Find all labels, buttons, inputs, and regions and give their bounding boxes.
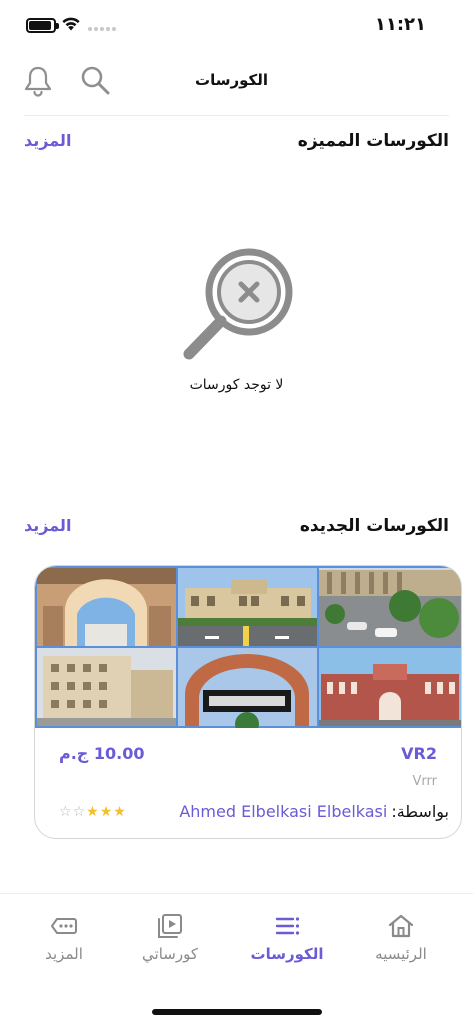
new-section-title: الكورسات الجديده [299,516,449,536]
star-filled-icon: ★ [113,804,127,820]
status-bar: ١١:٢١ [0,0,473,50]
page-title: الكورسات [195,71,268,89]
tab-bar: المزيد كورساتي الكورسات الرئيسيه [0,893,473,1024]
search-icon [81,66,110,95]
course-price: 10.00 ج.م [59,744,145,763]
screen: ١١:٢١ الكورسات الكورسات المميزه المزيد ل… [0,0,473,1024]
tab-courses[interactable]: الكورسات [237,912,337,972]
star-empty-icon: ☆ [59,804,73,820]
course-author: بواسطة:Ahmed Elbelkasi Elbelkasi [179,802,449,821]
empty-state-message: لا توجد كورسات [189,377,284,393]
courses-list-icon [275,917,300,935]
tab-more[interactable]: المزيد [14,912,114,972]
rating-stars: ☆☆★★★ [59,804,127,820]
search-x-icon [183,248,293,360]
course-description: Vrrr [412,774,437,789]
tab-my-courses[interactable]: كورساتي [120,912,220,972]
tab-my-courses-label: كورساتي [142,945,198,963]
app-header: الكورسات [0,55,473,110]
tab-home-label: الرئيسيه [375,945,427,963]
new-section-header: الكورسات الجديده المزيد [24,516,449,540]
wifi-icon [62,17,80,31]
featured-section-header: الكورسات المميزه المزيد [24,131,449,155]
battery-icon [26,18,59,33]
star-filled-icon: ★ [99,804,114,820]
new-more-link[interactable]: المزيد [24,516,71,535]
home-indicator[interactable] [152,1009,322,1015]
course-title: VR2 [401,744,437,763]
search-button[interactable] [78,63,114,99]
my-courses-icon [158,914,182,938]
tab-courses-label: الكورسات [250,945,324,963]
tab-home[interactable]: الرئيسيه [351,912,451,972]
notifications-button[interactable] [20,63,56,99]
signal-icon [88,27,116,31]
home-icon [388,914,414,938]
star-filled-icon: ★ [86,804,100,820]
more-icon [51,918,77,934]
author-name[interactable]: Ahmed Elbelkasi Elbelkasi [179,802,387,821]
header-divider [24,115,449,116]
featured-section-title: الكورسات المميزه [297,131,449,151]
status-time: ١١:٢١ [374,14,426,35]
bell-icon [24,66,52,97]
featured-more-link[interactable]: المزيد [24,131,71,150]
author-prefix: بواسطة: [391,802,449,821]
course-image [35,566,461,728]
tab-more-label: المزيد [45,945,83,963]
star-empty-icon: ☆ [72,804,87,820]
course-card[interactable]: VR2 10.00 ج.م Vrrr بواسطة:Ahmed Elbelkas… [34,565,462,839]
